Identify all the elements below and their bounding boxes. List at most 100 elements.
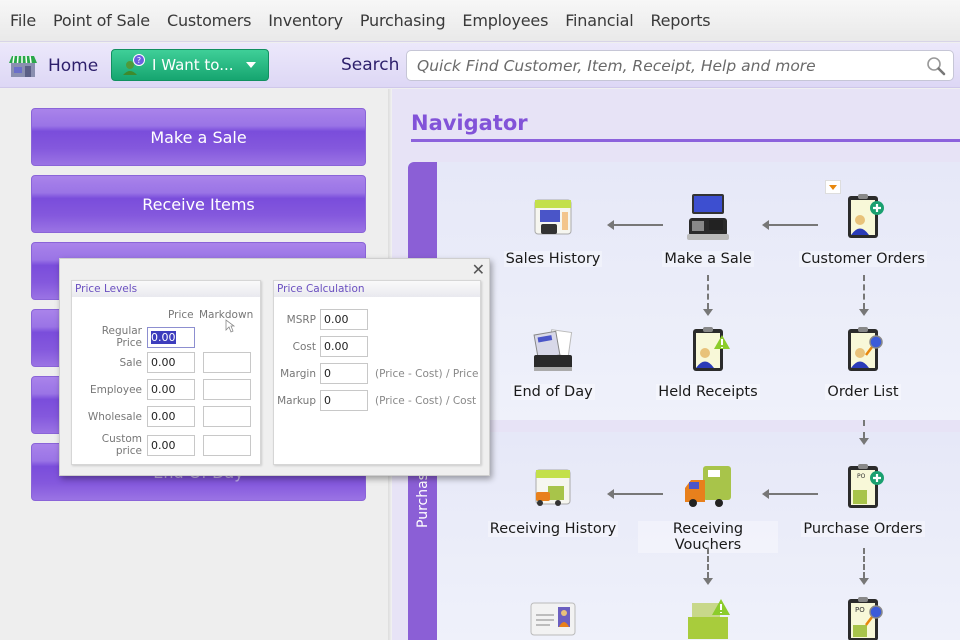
calc-row-label: Cost: [292, 340, 316, 353]
wholesale-markdown-input[interactable]: [203, 406, 251, 427]
sale-markdown-input[interactable]: [203, 352, 251, 373]
menu-purchasing[interactable]: Purchasing: [360, 11, 446, 30]
svg-text:PO: PO: [855, 606, 865, 614]
close-icon[interactable]: ✕: [472, 260, 485, 279]
menu-bar: File Point of Sale Customers Inventory P…: [0, 0, 960, 42]
flow-arrow-down: [859, 420, 869, 445]
mouse-cursor-icon: [225, 318, 236, 337]
calc-row-label: Markup: [277, 394, 316, 407]
margin-input[interactable]: 0: [320, 363, 368, 384]
markup-input[interactable]: 0: [320, 390, 368, 411]
price-row-label: Employee: [89, 383, 142, 396]
nav-node-receiving-history[interactable]: Receiving History: [483, 462, 623, 537]
nav-node-purchase-orders[interactable]: PO Purchase Orders: [793, 462, 933, 537]
employee-price-input[interactable]: 0.00: [147, 379, 195, 400]
nav-node-customer-orders[interactable]: Customer Orders: [793, 192, 933, 267]
price-levels-group: Price Levels Price Markdown Regular Pric…: [71, 280, 261, 465]
calc-row-margin: Margin 0 (Price - Cost) / Price: [276, 363, 478, 384]
i-want-to-label: I Want to...: [152, 56, 234, 74]
nav-node-end-of-day[interactable]: End of Day: [483, 325, 623, 400]
nav-node-label: End of Day: [511, 384, 595, 400]
svg-text:PO: PO: [857, 473, 866, 480]
regular-price-input[interactable]: 0.00: [147, 326, 195, 348]
price-row-label: Regular Price: [101, 325, 142, 349]
node-options-dropdown[interactable]: [825, 180, 841, 194]
price-row-employee: Employee 0.00: [76, 379, 251, 400]
flow-arrow-down: [859, 548, 869, 585]
receive-items-button[interactable]: Receive Items: [31, 175, 366, 233]
navigator-divider: [411, 139, 960, 142]
sales-history-icon: [528, 192, 578, 242]
held-receipts-icon: [683, 325, 733, 375]
home-button[interactable]: Home: [8, 52, 98, 80]
po-list-icon: PO: [838, 595, 888, 640]
toolbar: Home ? I Want to... Search: [0, 43, 960, 88]
wholesale-price-input[interactable]: 0.00: [147, 406, 195, 427]
calc-row-label: Margin: [280, 367, 316, 380]
vendor-card-icon: [528, 595, 578, 640]
svg-text:?: ?: [137, 56, 141, 65]
sale-price-input[interactable]: 0.00: [147, 352, 195, 373]
order-list-icon: [838, 325, 888, 375]
price-row-regular: Regular Price 0.00: [76, 325, 195, 349]
nav-node-make-a-sale[interactable]: Make a Sale: [638, 192, 778, 267]
calc-row-msrp: MSRP 0.00: [276, 309, 368, 330]
nav-node-held-receipts[interactable]: Held Receipts: [638, 325, 778, 400]
flow-arrow-down: [859, 275, 869, 316]
i-want-to-button[interactable]: ? I Want to...: [111, 49, 269, 81]
menu-financial[interactable]: Financial: [565, 11, 633, 30]
price-row-label: Custom price: [101, 433, 142, 457]
menu-reports[interactable]: Reports: [650, 11, 710, 30]
make-a-sale-button[interactable]: Make a Sale: [31, 108, 366, 166]
menu-employees[interactable]: Employees: [462, 11, 548, 30]
nav-node-label: Sales History: [503, 251, 603, 267]
user-help-icon: ?: [122, 54, 146, 76]
pricing-dialog: ✕ Price Levels Price Markdown Regular Pr…: [59, 258, 490, 476]
search-input[interactable]: [407, 51, 907, 80]
custom-price-input[interactable]: 0.00: [147, 434, 195, 456]
price-row-label: Sale: [119, 356, 142, 369]
store-icon: [8, 54, 38, 78]
nav-node-held-vouchers[interactable]: [638, 595, 778, 640]
nav-node-label: Purchase Orders: [801, 521, 925, 537]
nav-node-label: Receiving History: [487, 521, 619, 537]
dropdown-caret-icon: [245, 62, 256, 68]
search-label: Search: [341, 55, 400, 75]
calc-row-markup: Markup 0 (Price - Cost) / Cost: [276, 390, 476, 411]
price-row-sale: Sale 0.00: [76, 352, 251, 373]
nav-node-sales-history[interactable]: Sales History: [483, 192, 623, 267]
menu-inventory[interactable]: Inventory: [268, 11, 343, 30]
price-levels-title: Price Levels: [72, 281, 260, 297]
column-header-price: Price: [168, 309, 194, 321]
custom-markdown-input[interactable]: [203, 434, 251, 456]
menu-file[interactable]: File: [10, 11, 36, 30]
section-point-of-sale: Point of Sale Sales History: [408, 162, 960, 420]
receiving-history-icon: [528, 462, 578, 512]
nav-node-vendor-card[interactable]: [483, 595, 623, 640]
purchase-orders-icon: PO: [838, 462, 888, 512]
price-row-label: Wholesale: [87, 410, 142, 423]
navigator-title: Navigator: [411, 111, 528, 135]
nav-node-label: Make a Sale: [662, 251, 754, 267]
menu-customers[interactable]: Customers: [167, 11, 251, 30]
msrp-input[interactable]: 0.00: [320, 309, 368, 330]
search-icon[interactable]: [926, 56, 946, 76]
nav-node-po-list[interactable]: PO: [793, 595, 933, 640]
nav-node-label: Order List: [825, 384, 901, 400]
flow-arrow-down: [703, 548, 713, 585]
flow-arrow-down: [703, 275, 713, 316]
nav-node-receiving-vouchers[interactable]: Receiving Vouchers: [638, 462, 778, 553]
price-calculation-title: Price Calculation: [274, 281, 480, 297]
price-calculation-group: Price Calculation MSRP 0.00 Cost 0.00 Ma…: [273, 280, 481, 465]
calc-row-cost: Cost 0.00: [276, 336, 368, 357]
section-purchasing: Purchasing Receiving History Receiving V…: [408, 420, 960, 640]
employee-markdown-input[interactable]: [203, 379, 251, 400]
price-row-wholesale: Wholesale 0.00: [76, 406, 251, 427]
end-of-day-icon: [528, 325, 578, 375]
cost-input[interactable]: 0.00: [320, 336, 368, 357]
menu-point-of-sale[interactable]: Point of Sale: [53, 11, 150, 30]
home-label: Home: [48, 56, 99, 76]
nav-node-order-list[interactable]: Order List: [793, 325, 933, 400]
customer-orders-icon: [838, 192, 888, 242]
delivery-truck-icon: [683, 462, 733, 512]
